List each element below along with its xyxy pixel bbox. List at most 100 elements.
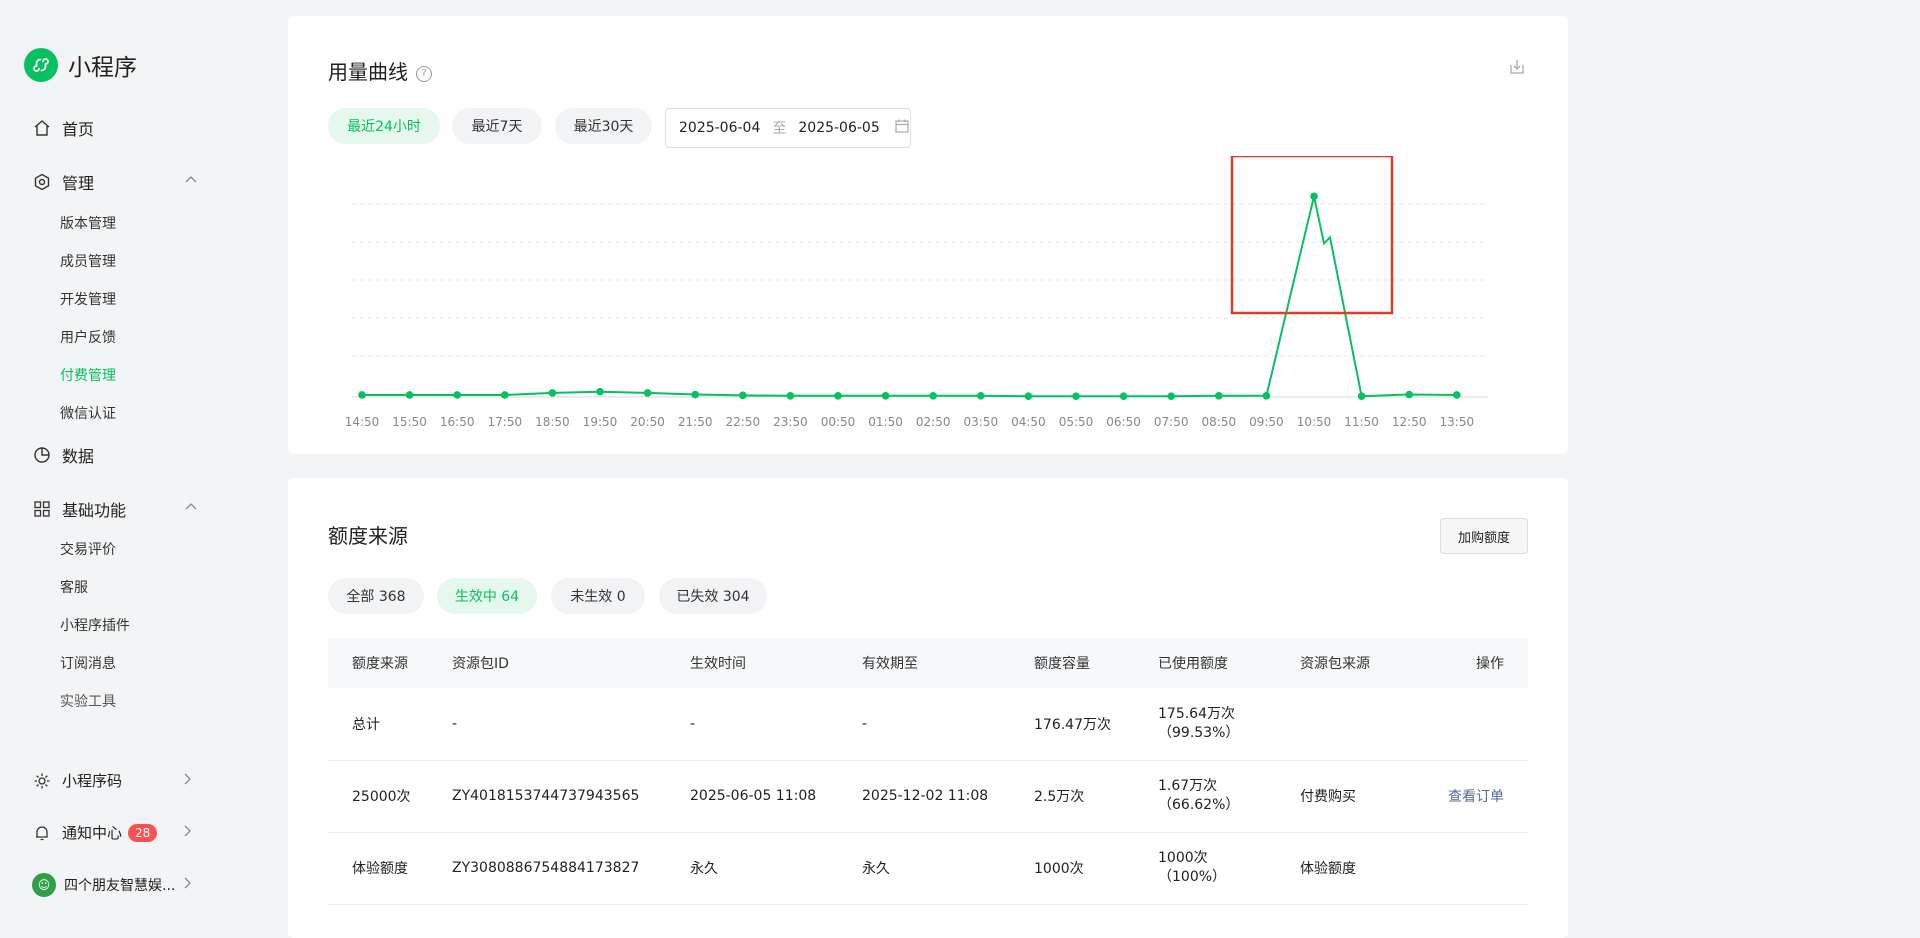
table-row: 25000次 ZY4018153744737943565 2025-06-05 … bbox=[328, 760, 1528, 833]
sidebar-item-review[interactable]: 交易评价 bbox=[60, 539, 116, 559]
data-point[interactable] bbox=[643, 389, 652, 397]
sidebar: 小程序 首页 管理 版本管理 成员管理 开发管理 用户反馈 付费管理 微信认证 … bbox=[0, 0, 270, 919]
nav-manage[interactable]: 管理 bbox=[32, 170, 202, 194]
series-line bbox=[362, 196, 1457, 398]
sidebar-item-feedback[interactable]: 用户反馈 bbox=[60, 327, 116, 347]
data-point[interactable] bbox=[977, 391, 985, 400]
range-7d[interactable]: 最近7天 bbox=[452, 108, 542, 144]
data-point[interactable] bbox=[1215, 391, 1223, 400]
x-tick-label: 05:50 bbox=[1059, 415, 1094, 429]
range-24h[interactable]: 最近24小时 bbox=[328, 108, 440, 144]
data-point[interactable] bbox=[739, 391, 747, 400]
data-point[interactable] bbox=[881, 391, 890, 400]
question-icon[interactable]: ? bbox=[416, 65, 432, 82]
data-point[interactable] bbox=[786, 391, 795, 400]
data-point[interactable] bbox=[1072, 392, 1080, 400]
data-point[interactable] bbox=[405, 391, 414, 399]
export-icon[interactable] bbox=[1508, 58, 1526, 80]
sidebar-item-lab[interactable]: 实验工具 bbox=[60, 691, 116, 711]
x-tick-label: 10:50 bbox=[1297, 415, 1332, 429]
cell-origin: 体验额度 bbox=[1299, 832, 1441, 905]
data-point[interactable] bbox=[1024, 392, 1033, 400]
col-end: 有效期至 bbox=[862, 656, 918, 672]
x-tick-label: 21:50 bbox=[678, 415, 713, 429]
sidebar-item-subscribe[interactable]: 订阅消息 bbox=[60, 653, 116, 673]
sidebar-item-wechat-auth[interactable]: 微信认证 bbox=[60, 403, 116, 423]
date-range-picker[interactable]: 2025-06-04 至 2025-06-05 bbox=[665, 108, 911, 148]
date-from[interactable]: 2025-06-04 bbox=[679, 120, 760, 136]
nav-home-label: 首页 bbox=[62, 120, 95, 139]
cell-start: 2025-06-05 11:08 bbox=[689, 760, 861, 833]
data-point[interactable] bbox=[1405, 390, 1413, 399]
filter-pending[interactable]: 未生效 0 bbox=[551, 578, 645, 614]
chevron-up-icon[interactable] bbox=[184, 499, 198, 518]
data-point[interactable] bbox=[358, 391, 366, 399]
data-point[interactable] bbox=[1357, 392, 1366, 400]
chevron-right-icon bbox=[180, 824, 194, 842]
data-point[interactable] bbox=[929, 391, 937, 400]
range-30d[interactable]: 最近30天 bbox=[555, 108, 652, 144]
account-name: 四个朋友智慧娱... bbox=[64, 878, 176, 894]
sidebar-item-dev[interactable]: 开发管理 bbox=[60, 289, 116, 309]
x-tick-label: 22:50 bbox=[726, 415, 761, 429]
cell-source: 25000次 bbox=[328, 760, 451, 833]
sidebar-item-members[interactable]: 成员管理 bbox=[60, 251, 116, 271]
nav-notify[interactable]: 通知中心 28 bbox=[32, 822, 202, 843]
nav-home[interactable]: 首页 bbox=[32, 116, 94, 140]
data-point[interactable] bbox=[1119, 392, 1128, 400]
calendar-icon[interactable] bbox=[894, 118, 910, 138]
date-to[interactable]: 2025-06-05 bbox=[798, 120, 879, 136]
nav-basic[interactable]: 基础功能 bbox=[32, 497, 202, 521]
data-point[interactable] bbox=[691, 390, 699, 399]
filter-active[interactable]: 生效中 64 bbox=[437, 578, 537, 614]
cell-end: - bbox=[861, 688, 1033, 761]
x-tick-label: 12:50 bbox=[1392, 415, 1427, 429]
sidebar-item-service[interactable]: 客服 bbox=[60, 577, 88, 597]
col-start: 生效时间 bbox=[690, 656, 746, 672]
quota-table: 额度来源 资源包ID 生效时间 有效期至 额度容量 已使用额度 资源包来源 操作… bbox=[328, 638, 1528, 905]
x-tick-label: 04:50 bbox=[1011, 415, 1046, 429]
x-tick-label: 06:50 bbox=[1106, 415, 1141, 429]
buy-quota-button[interactable]: 加购额度 bbox=[1440, 518, 1528, 554]
scroll-fade bbox=[0, 722, 270, 752]
cell-source: 体验额度 bbox=[328, 832, 451, 905]
data-point[interactable] bbox=[453, 391, 461, 399]
nav-qrcode-label: 小程序码 bbox=[62, 772, 123, 790]
x-tick-label: 20:50 bbox=[630, 415, 665, 429]
data-point[interactable] bbox=[834, 391, 842, 400]
bell-icon bbox=[32, 823, 52, 843]
nav-qrcode[interactable]: 小程序码 bbox=[32, 770, 202, 791]
sidebar-item-payment[interactable]: 付费管理 bbox=[60, 365, 116, 385]
filter-expired[interactable]: 已失效 304 bbox=[659, 578, 767, 614]
cell-used: 175.64万次 （99.53%） bbox=[1157, 688, 1299, 761]
nav-manage-label: 管理 bbox=[62, 174, 95, 193]
data-point[interactable] bbox=[1310, 192, 1318, 201]
cell-action bbox=[1441, 688, 1528, 761]
data-point[interactable] bbox=[1262, 391, 1271, 400]
data-point[interactable] bbox=[1167, 392, 1175, 400]
brand[interactable]: 小程序 bbox=[24, 48, 137, 82]
data-point[interactable] bbox=[596, 387, 604, 396]
cell-end: 2025-12-02 11:08 bbox=[861, 760, 1033, 833]
nav-account[interactable]: ☺ 四个朋友智慧娱... bbox=[32, 873, 202, 897]
view-order-link[interactable]: 查看订单 bbox=[1441, 760, 1528, 833]
sidebar-item-plugin[interactable]: 小程序插件 bbox=[60, 615, 130, 635]
cell-end: 永久 bbox=[861, 832, 1033, 905]
cell-start: - bbox=[689, 688, 861, 761]
sidebar-item-version[interactable]: 版本管理 bbox=[60, 213, 116, 233]
cell-pkg-id: - bbox=[451, 688, 689, 761]
chevron-up-icon[interactable] bbox=[184, 172, 198, 191]
used-amount: 1000次 bbox=[1158, 850, 1208, 866]
data-point[interactable] bbox=[1453, 391, 1461, 399]
data-point[interactable] bbox=[501, 391, 509, 399]
cell-origin: 付费购买 bbox=[1299, 760, 1441, 833]
x-tick-label: 09:50 bbox=[1249, 415, 1284, 429]
data-point[interactable] bbox=[548, 389, 557, 397]
col-source: 额度来源 bbox=[352, 656, 408, 672]
nav-data[interactable]: 数据 bbox=[32, 443, 94, 467]
cell-source: 总计 bbox=[328, 688, 451, 761]
home-icon bbox=[32, 118, 52, 138]
filter-all[interactable]: 全部 368 bbox=[328, 578, 424, 614]
used-amount: 175.64万次 bbox=[1158, 705, 1235, 722]
x-tick-label: 18:50 bbox=[535, 415, 570, 429]
